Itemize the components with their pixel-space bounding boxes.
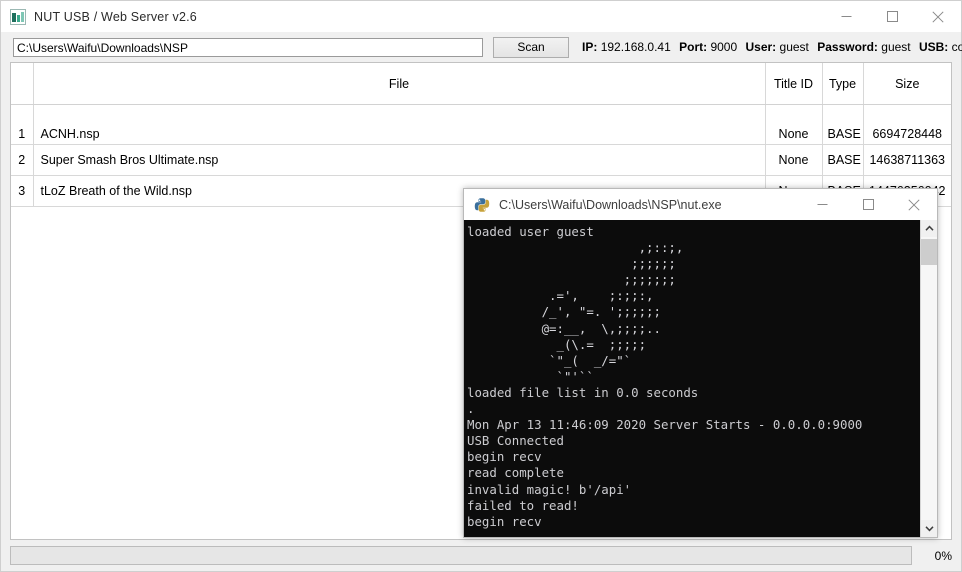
scroll-up-icon[interactable] [921,220,937,237]
path-input[interactable]: C:\Users\Waifu\Downloads\NSP [13,37,483,57]
password-label: Password: [817,40,878,54]
scrollbar-track[interactable] [921,237,937,520]
title-bar: NUT USB / Web Server v2.6 [1,1,961,32]
port-value: 9000 [710,40,738,54]
table-row[interactable]: 1 ACNH.nsp None BASE 6694728448 [11,104,951,145]
console-ascii-art: ,;::;, ;;;;;; ;;;;;;; .=', ;:;;:, /_', "… [541,240,684,384]
port-label: Port: [679,40,708,54]
console-window-title: C:\Users\Waifu\Downloads\NSP\nut.exe [499,197,722,212]
window-title: NUT USB / Web Server v2.6 [34,9,197,24]
cell-file: ACNH.nsp [33,104,766,145]
column-header-type[interactable]: Type [822,63,864,105]
console-maximize-button[interactable] [845,189,891,220]
console-minimize-button[interactable] [799,189,845,220]
usb-label: USB: [918,40,949,54]
console-close-button[interactable] [891,189,937,220]
console-log-lines: loaded file list in 0.0 seconds . Mon Ap… [467,384,863,529]
row-index: 3 [11,175,34,207]
cell-type: BASE [822,144,864,176]
column-header-index[interactable] [11,63,34,105]
scan-button[interactable]: Scan [493,36,569,58]
console-body: loaded user guest ,;::;, ;;;;;; ;;;;;;; … [464,220,937,537]
cell-size: 6694728448 [863,104,951,145]
password-value: guest [881,40,911,54]
table-row[interactable]: 2 Super Smash Bros Ultimate.nsp None BAS… [11,144,951,176]
column-header-title-id[interactable]: Title ID [765,63,823,105]
table-header-row: File Title ID Type Size [11,63,951,105]
console-first-line: loaded user guest [467,224,594,239]
usb-value: connected [951,40,962,54]
console-output[interactable]: loaded user guest ,;::;, ;;;;;; ;;;;;;; … [464,220,920,537]
app-tiles-icon [10,8,26,25]
console-title-bar: C:\Users\Waifu\Downloads\NSP\nut.exe [464,189,937,220]
window-controls [823,1,961,32]
column-header-size[interactable]: Size [863,63,951,105]
row-index: 1 [11,104,34,145]
progress-percent-label: 0% [934,548,952,563]
column-header-file[interactable]: File [33,63,766,105]
console-scrollbar[interactable] [920,220,937,537]
scroll-down-icon[interactable] [921,520,937,537]
ip-value: 192.168.0.41 [600,40,671,54]
toolbar: C:\Users\Waifu\Downloads\NSP Scan IP: 19… [1,32,962,62]
file-table: File Title ID Type Size 1 ACNH.nsp None … [11,63,951,207]
scrollbar-thumb[interactable] [921,239,937,265]
cell-type: BASE [822,104,864,145]
status-info: IP: 192.168.0.41 Port: 9000 User: guest … [582,40,962,54]
user-label: User: [745,40,777,54]
ip-label: IP: [582,40,598,54]
row-index: 2 [11,144,34,176]
cell-title-id: None [765,104,823,145]
progress-bar [10,546,912,565]
progress-row: 0% [1,540,961,571]
python-squirrel-icon [474,197,490,213]
console-window-controls [799,189,937,220]
user-value: guest [779,40,809,54]
cell-file: Super Smash Bros Ultimate.nsp [33,144,766,176]
cell-title-id: None [765,144,823,176]
console-window[interactable]: C:\Users\Waifu\Downloads\NSP\nut.exe loa… [463,188,938,538]
maximize-button[interactable] [869,1,915,32]
close-button[interactable] [915,1,961,32]
minimize-button[interactable] [823,1,869,32]
cell-size: 14638711363 [863,144,951,176]
